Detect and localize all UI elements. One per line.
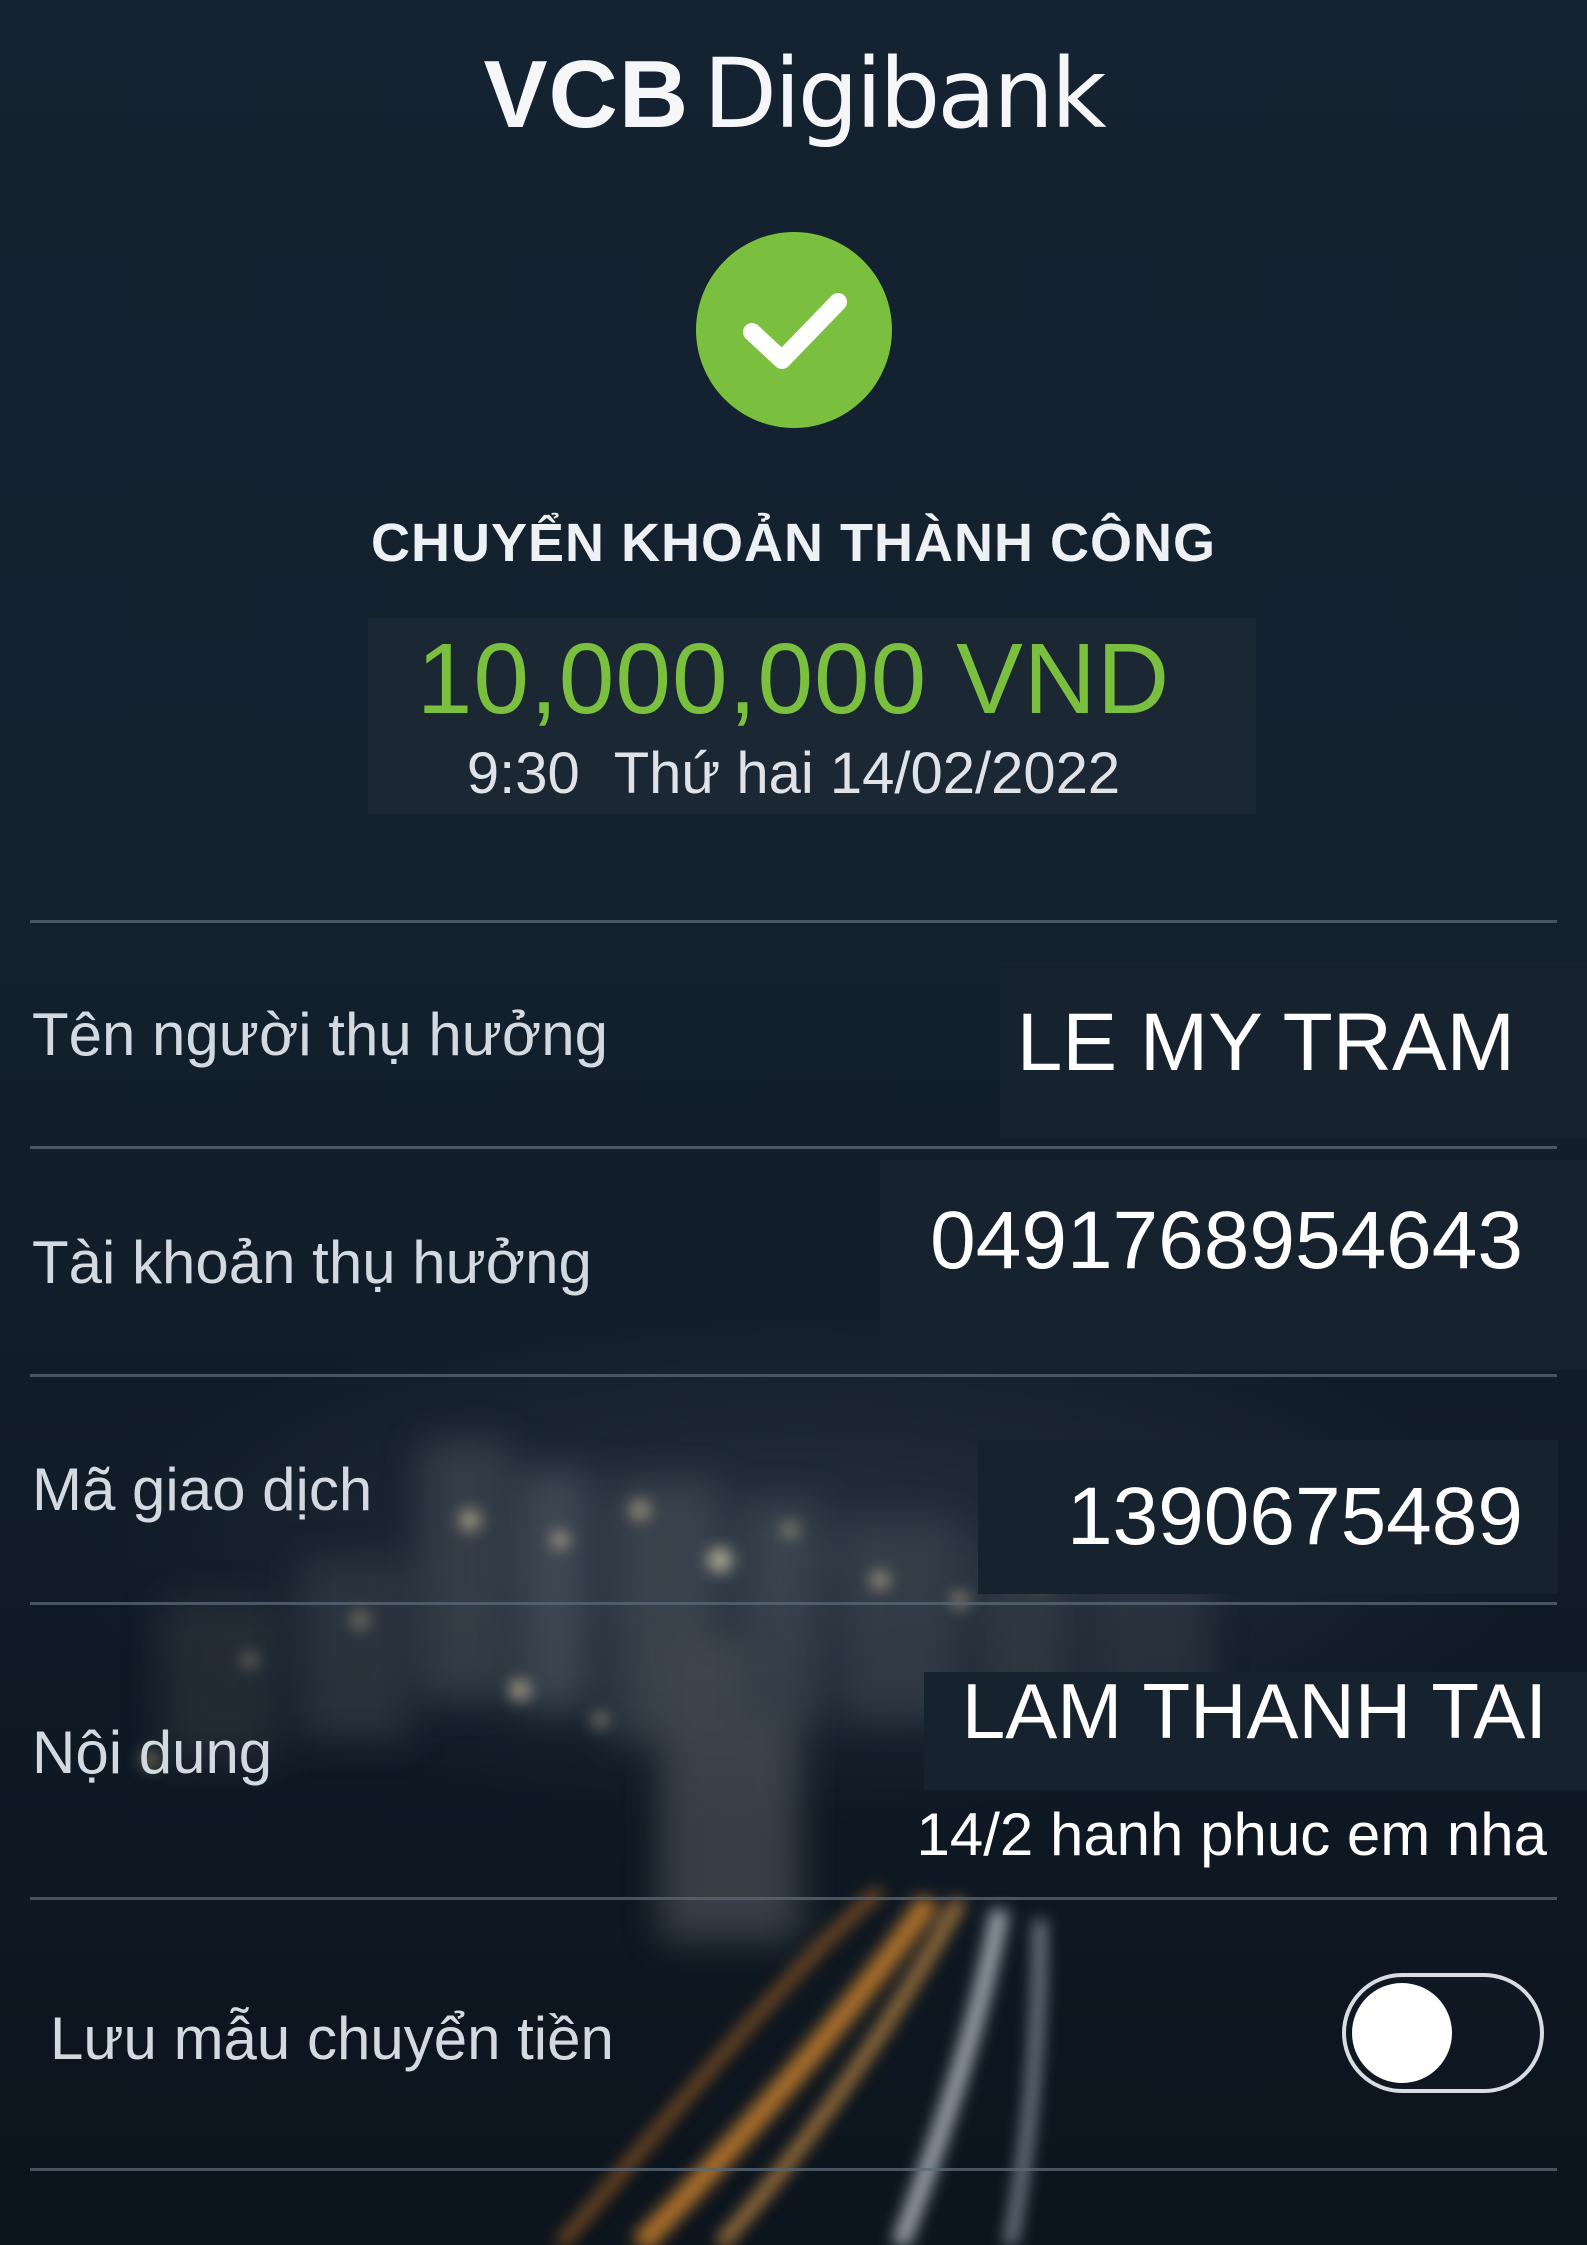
content-line2: 14/2 hanh phuc em nha <box>916 1801 1548 1868</box>
beneficiary-name-value: LE MY TRAM <box>1016 997 1515 1088</box>
content-line1: LAM THANH TAI <box>961 1667 1547 1755</box>
beneficiary-account-value: 0491768954643 <box>930 1195 1523 1286</box>
content-label: Nội dung <box>32 1719 273 1786</box>
save-template-toggle[interactable] <box>1342 1973 1544 2093</box>
transaction-code-label: Mã giao dịch <box>32 1456 373 1523</box>
vcb-digibank-logo: VCB Digibank <box>0 38 1587 150</box>
transfer-datetime: 9:30 Thứ hai 14/02/2022 <box>0 740 1587 807</box>
success-check-icon <box>696 232 892 428</box>
divider <box>30 1374 1557 1377</box>
transfer-amount: 10,000,000 VND <box>416 623 1171 735</box>
transfer-time: 9:30 <box>466 741 580 806</box>
divider <box>30 1602 1557 1605</box>
beneficiary-account-label: Tài khoản thụ hưởng <box>32 1229 592 1296</box>
divider <box>30 920 1557 923</box>
transaction-code-value: 1390675489 <box>1066 1471 1523 1562</box>
divider <box>30 1897 1557 1900</box>
logo-digibank-text: Digibank <box>703 38 1106 150</box>
save-template-label: Lưu mẫu chuyển tiền <box>50 2005 614 2072</box>
transfer-success-screen: VCB Digibank CHUYỂN KHOẢN THÀNH CÔNG 10,0… <box>0 0 1587 2245</box>
divider <box>30 1146 1557 1149</box>
transfer-date: Thứ hai 14/02/2022 <box>613 741 1121 806</box>
divider <box>30 2168 1557 2171</box>
transfer-status-title: CHUYỂN KHOẢN THÀNH CÔNG <box>371 513 1216 573</box>
toggle-knob <box>1352 1983 1452 2083</box>
logo-vcb-text: VCB <box>483 41 690 148</box>
beneficiary-name-label: Tên người thụ hưởng <box>32 1001 609 1068</box>
